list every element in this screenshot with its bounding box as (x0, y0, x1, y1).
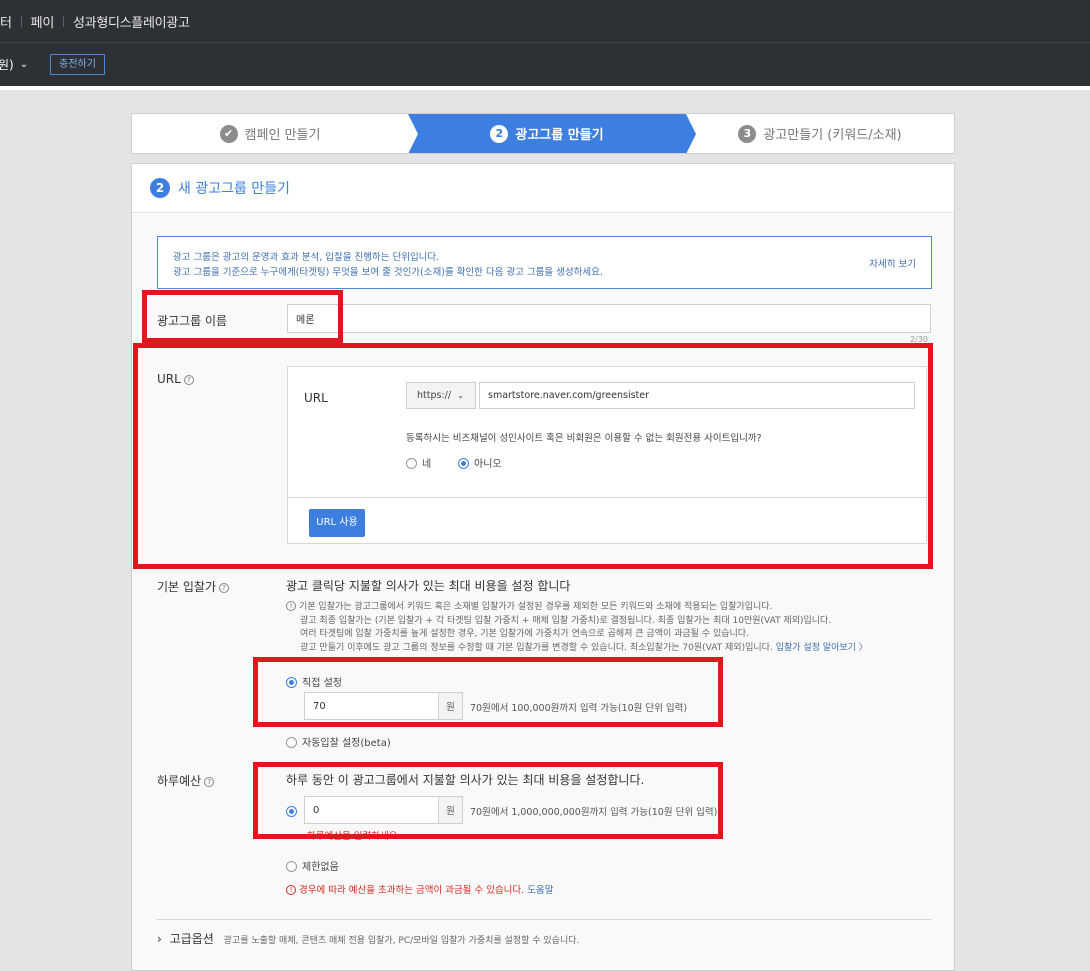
url-inner-label: URL (304, 391, 328, 405)
group-name-label: 광고그룹 이름 (157, 314, 228, 328)
info-text: 광고 그룹을 기준으로 누구에게(타겟팅) 무엇을 보여 줄 것인가(소재)를 … (173, 267, 603, 278)
step-number: 2 (150, 178, 170, 198)
bid-range-hint: 70원에서 100,000원까지 입력 가능(10원 단위 입력) (470, 703, 688, 714)
chevron-down-icon: ⌄ (457, 391, 464, 400)
bid-guide-link[interactable]: 입찰가 설정 알아보기 〉 (776, 643, 868, 653)
warning-icon: ! (286, 885, 296, 895)
radio-no[interactable]: 아니오 (458, 455, 502, 470)
advanced-options-toggle[interactable]: › 고급옵션 광고를 노출할 매체, 콘텐츠 매체 전용 입찰가, PC/모바일… (157, 930, 579, 947)
budget-range-hint: 70원에서 1,000,000,000원까지 입력 가능(10원 단위 입력) (470, 807, 718, 818)
nav-item-display-ads[interactable]: 성과형디스플레이광고 (73, 12, 190, 31)
url-use-button[interactable]: URL 사용 (309, 509, 365, 537)
help-icon[interactable]: ? (219, 583, 230, 593)
top-nav: 터 페이 성과형디스플레이광고 (0, 0, 1090, 42)
url-label: URL? (157, 372, 194, 386)
url-box: URL https:// ⌄ smartstore.naver.com/gree… (287, 366, 927, 544)
char-counter: 2/30 (910, 335, 928, 344)
protocol-select[interactable]: https:// ⌄ (406, 382, 476, 409)
step-progress: ✔ 캠페인 만들기 2 광고그룹 만들기 3 광고만들기 (키워드/소재) (131, 113, 955, 154)
divider (157, 919, 931, 920)
nav-item-pay[interactable]: 페이 (31, 12, 55, 31)
radio-selected-icon[interactable] (286, 806, 297, 817)
budget-unit: 원 (438, 796, 463, 824)
info-box: 광고 그룹은 광고의 운영과 효과 분석, 입찰을 진행하는 단위입니다. 광고… (157, 236, 932, 289)
radio-selected-icon[interactable] (286, 677, 297, 688)
step-campaign[interactable]: ✔ 캠페인 만들기 (132, 114, 408, 153)
help-icon[interactable]: ? (204, 777, 215, 787)
step-label: 캠페인 만들기 (244, 128, 321, 143)
adult-site-question: 등록하시는 비즈채널이 성인사이트 혹은 비회원은 이용할 수 없는 회원전용 … (406, 433, 762, 444)
chevron-right-icon: › (157, 932, 162, 946)
account-balance[interactable]: 원) (0, 56, 14, 73)
divider (0, 86, 1090, 90)
charge-button[interactable]: 충전하기 (50, 54, 105, 75)
help-link[interactable]: 도움말 (527, 885, 553, 896)
bid-label: 기본 입찰가? (157, 578, 230, 595)
bid-notes: ! 기본 입찰가는 광고그룹에서 키워드 혹은 소재별 입찰가가 설정된 경우를 … (286, 601, 946, 655)
ad-group-panel: 2 새 광고그룹 만들기 광고 그룹은 광고의 운영과 효과 분석, 입찰을 진… (131, 163, 955, 971)
step-ad-group[interactable]: 2 광고그룹 만들기 (408, 114, 696, 154)
step-label: 광고그룹 만들기 (515, 128, 604, 143)
group-name-input[interactable]: 메론 (287, 304, 931, 333)
nav-item-partial[interactable]: 터 (0, 12, 12, 31)
panel-body: 광고 그룹은 광고의 운영과 효과 분석, 입찰을 진행하는 단위입니다. 광고… (132, 214, 954, 970)
advanced-description: 광고를 노출할 매체, 콘텐츠 매체 전용 입찰가, PC/모바일 입찰가 가중… (223, 936, 580, 946)
url-input[interactable]: smartstore.naver.com/greensister (479, 382, 915, 409)
nav-separator (63, 15, 64, 27)
chevron-down-icon[interactable]: ⌄ (20, 59, 28, 70)
budget-label: 하루예산? (157, 772, 215, 789)
panel-header: 2 새 광고그룹 만들기 (132, 164, 954, 213)
bid-description: 광고 클릭당 지불할 의사가 있는 최대 비용을 설정 합니다 (286, 579, 571, 593)
radio-icon[interactable] (406, 458, 417, 469)
budget-input[interactable]: 0 (304, 796, 439, 824)
page-title: 새 광고그룹 만들기 (178, 181, 290, 197)
more-link[interactable]: 자세히 보기 (869, 256, 916, 270)
budget-warning: ! 경우에 따라 예산을 초과하는 금액이 과금될 수 있습니다. 도움말 (286, 882, 553, 896)
step-number: 2 (490, 124, 509, 143)
radio-manual-bid[interactable]: 직접 설정 (286, 674, 342, 689)
radio-icon[interactable] (286, 737, 297, 748)
check-icon: ✔ (219, 124, 238, 143)
nav-separator (20, 15, 22, 27)
help-icon[interactable]: ? (183, 375, 194, 385)
radio-budget-amount[interactable] (286, 804, 297, 818)
budget-description: 하루 동안 이 광고그룹에서 지불할 의사가 있는 최대 비용을 설정합니다. (286, 773, 645, 787)
info-text: 광고 그룹은 광고의 운영과 효과 분석, 입찰을 진행하는 단위입니다. (173, 252, 440, 263)
bid-input[interactable]: 70 (304, 692, 439, 720)
budget-error: 하루예산을 입력하세요. (307, 831, 401, 842)
sub-nav: 원) ⌄ 충전하기 (0, 42, 1090, 86)
bid-unit: 원 (438, 692, 463, 720)
radio-auto-bid[interactable]: 자동입찰 설정(beta) (286, 734, 391, 749)
step-label: 광고만들기 (키워드/소재) (763, 128, 902, 143)
step-ad-creation[interactable]: 3 광고만들기 (키워드/소재) (686, 114, 954, 153)
group-name-value: 메론 (296, 315, 315, 326)
radio-yes[interactable]: 네 (406, 455, 431, 470)
info-icon: ! (286, 601, 296, 611)
divider (288, 497, 926, 498)
radio-icon[interactable] (286, 861, 297, 872)
radio-unlimited[interactable]: 제한없음 (286, 858, 339, 873)
radio-selected-icon[interactable] (458, 458, 469, 469)
step-number: 3 (738, 124, 757, 143)
